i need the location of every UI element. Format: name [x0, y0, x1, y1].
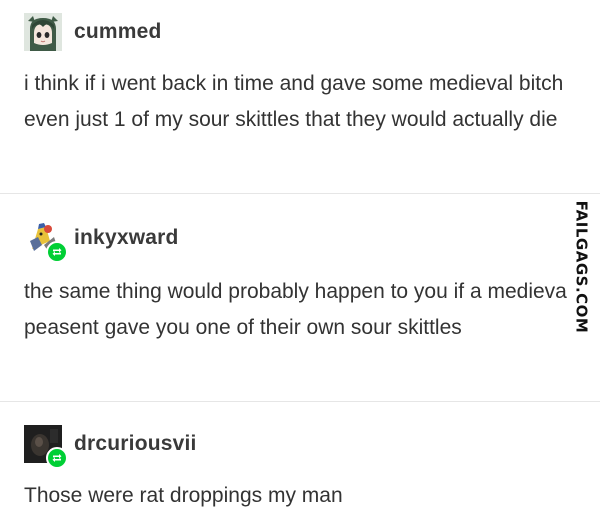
watermark-text: FAILGAGS.COM	[572, 200, 591, 334]
divider	[0, 193, 600, 194]
username[interactable]: drcuriousvii	[74, 432, 197, 456]
anime-girl-avatar-icon	[24, 13, 62, 51]
post-header: inkyxward	[24, 218, 179, 263]
username[interactable]: inkyxward	[74, 226, 179, 250]
reblog-icon	[46, 241, 68, 263]
reblog-icon	[46, 447, 68, 469]
post-text: i think if i went back in time and gave …	[24, 72, 564, 131]
post-header: cummed	[24, 12, 162, 52]
username[interactable]: cummed	[74, 20, 162, 44]
post-text: the same thing would probably happen to …	[24, 280, 572, 339]
avatar[interactable]	[24, 425, 68, 469]
avatar[interactable]	[24, 13, 62, 51]
watermark: FAILGAGS.COM	[568, 198, 594, 336]
divider	[0, 401, 600, 402]
post-text: Those were rat droppings my man	[24, 484, 343, 507]
avatar[interactable]	[24, 219, 68, 263]
post-header: drcuriousvii	[24, 424, 197, 469]
